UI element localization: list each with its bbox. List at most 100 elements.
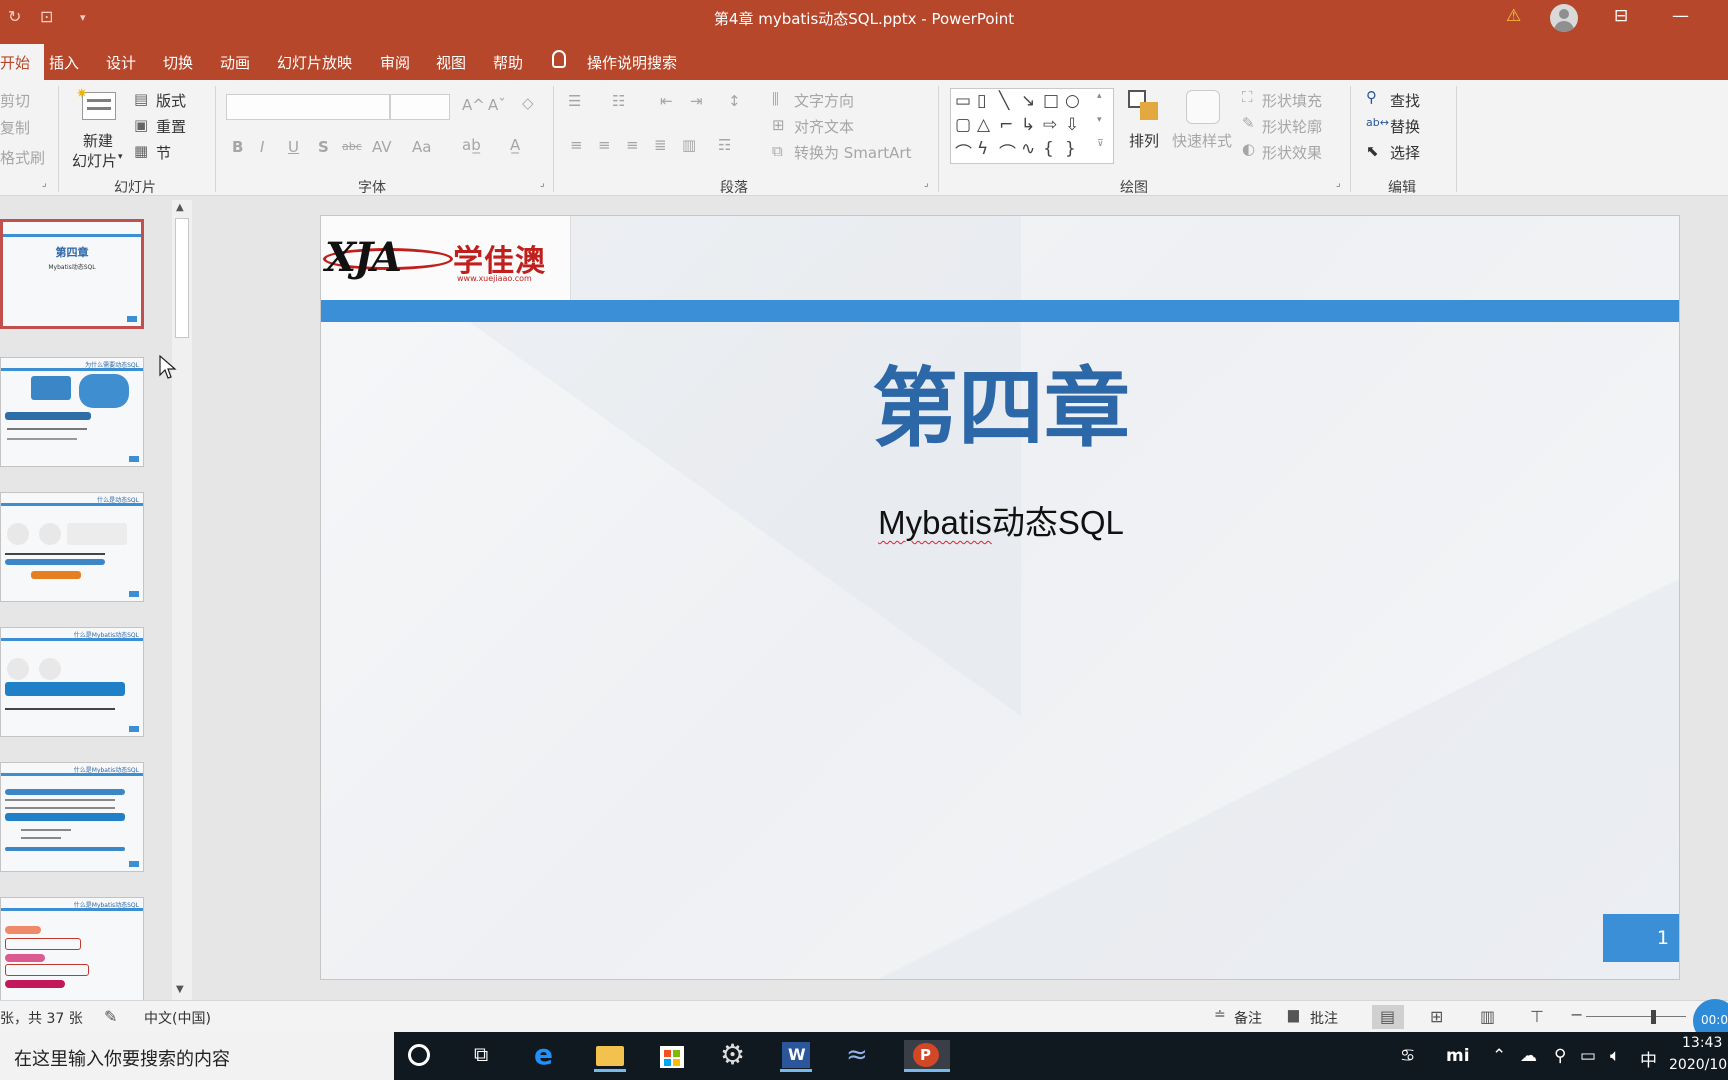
spelling-check-icon[interactable]: ✎ — [104, 1007, 117, 1026]
copy-button[interactable]: 复制 — [0, 117, 30, 138]
grow-font-icon[interactable]: A^ — [462, 96, 485, 114]
tab-home[interactable]: 开始 — [0, 44, 45, 80]
zoom-slider[interactable] — [1586, 1016, 1686, 1017]
strikethrough-button[interactable]: abc — [342, 140, 362, 153]
cortana-icon[interactable] — [408, 1044, 430, 1066]
align-center-icon[interactable]: ≡ — [598, 136, 611, 154]
ime-indicator[interactable]: 中 — [1640, 1046, 1657, 1071]
bold-button[interactable]: B — [232, 138, 243, 156]
section-button[interactable]: 节 — [156, 142, 171, 163]
pen-icon[interactable]: ✎ — [1242, 114, 1255, 132]
edge-browser-icon[interactable]: e — [532, 1038, 564, 1072]
find-button[interactable]: 查找 — [1390, 90, 1420, 111]
shape-effects-button[interactable]: 形状效果 — [1262, 142, 1322, 163]
slide-thumbnail-3[interactable]: 什么是动态SQL — [0, 492, 144, 602]
cut-button[interactable]: 剪切 — [0, 90, 30, 111]
shape-fill-button[interactable]: 形状填充 — [1262, 90, 1322, 111]
slide-thumbnail-5[interactable]: 什么是Mybatis动态SQL — [0, 762, 144, 872]
font-name-combo[interactable] — [226, 94, 390, 120]
mysql-dolphin-icon[interactable]: ≈ — [842, 1040, 874, 1072]
text-direction-icon[interactable]: ⫼ — [772, 90, 779, 108]
arrange-button[interactable]: 排列 — [1129, 130, 1159, 151]
reset-button[interactable]: 重置 — [156, 116, 186, 137]
replace-icon[interactable]: ab↔ — [1366, 116, 1389, 129]
drawing-launcher-icon[interactable]: ⌟ — [1336, 178, 1341, 189]
format-painter-button[interactable]: 格式刷 — [0, 147, 45, 168]
curve-shape-icon[interactable]: ∿ — [1021, 139, 1035, 159]
triangle-shape-icon[interactable]: △ — [977, 115, 990, 135]
zoom-out-icon[interactable]: − — [1570, 1005, 1583, 1024]
freeform-shape-icon[interactable]: ⌒ — [955, 139, 972, 164]
file-explorer-icon[interactable] — [594, 1040, 626, 1072]
convert-smartart-button[interactable]: 转换为 SmartArt — [794, 142, 911, 163]
clock-time[interactable]: 13:43 — [1682, 1035, 1722, 1051]
justify-icon[interactable]: ≣ — [654, 136, 667, 154]
notes-icon[interactable]: ≐ — [1214, 1007, 1226, 1023]
slide-sorter-view-button[interactable]: ⊞ — [1422, 1005, 1454, 1029]
font-launcher-icon[interactable]: ⌟ — [540, 178, 545, 189]
tab-view[interactable]: 视图 — [436, 52, 466, 73]
smartart-icon[interactable]: ⧉ — [772, 142, 783, 160]
elbow-connector-icon[interactable]: ⌐ — [999, 115, 1013, 135]
increase-indent-icon[interactable]: ⇥ — [690, 92, 703, 110]
slide-thumbnail-1[interactable]: 第四章 Mybatis动态SQL — [0, 219, 144, 329]
chevron-down-icon[interactable]: ▾ — [118, 152, 123, 162]
clear-formatting-icon[interactable]: ◇ — [522, 94, 534, 112]
microphone-icon[interactable]: ⚲ — [1554, 1046, 1566, 1066]
character-spacing-button[interactable]: AV — [372, 138, 392, 156]
task-view-icon[interactable]: ⧉ — [470, 1040, 502, 1072]
right-arrow-shape-icon[interactable]: ⇨ — [1043, 115, 1057, 135]
italic-button[interactable]: I — [260, 138, 264, 156]
paragraph-launcher-icon[interactable]: ⌟ — [924, 178, 929, 189]
tray-app-icon[interactable]: ♋ — [1400, 1046, 1415, 1066]
slide-thumbnail-2[interactable]: 为什么需要动态SQL — [0, 357, 144, 467]
quick-styles-icon[interactable] — [1186, 90, 1220, 124]
new-slide-label-1[interactable]: 新建 — [83, 130, 113, 151]
tab-transitions[interactable]: 切换 — [163, 52, 193, 73]
tray-chevron-up-icon[interactable]: ⌃ — [1492, 1046, 1506, 1066]
left-brace-shape-icon[interactable]: { — [1043, 139, 1054, 159]
gallery-scroll-up-icon[interactable]: ▴ — [1097, 91, 1102, 101]
scroll-up-icon[interactable]: ▲ — [176, 202, 184, 213]
gallery-more-icon[interactable]: ⊽ — [1097, 139, 1104, 149]
replace-button[interactable]: 替换 — [1390, 116, 1420, 137]
distribute-icon[interactable]: ▥ — [682, 136, 696, 154]
vertical-textbox-shape-icon[interactable]: ▯ — [977, 91, 986, 111]
xiaomi-icon[interactable]: mi — [1446, 1046, 1470, 1066]
minimize-icon[interactable]: — — [1672, 6, 1689, 26]
columns-icon[interactable]: ☶ — [718, 136, 731, 154]
ribbon-display-options-icon[interactable]: ⊟ — [1614, 6, 1628, 26]
reading-view-button[interactable]: ▥ — [1472, 1005, 1504, 1029]
align-text-button[interactable]: 对齐文本 — [794, 116, 854, 137]
rounded-rect-shape-icon[interactable]: ▢ — [955, 115, 971, 135]
slide-thumbnail-pane[interactable]: 第四章 Mybatis动态SQL 为什么需要动态SQL 什么是动态SQL 什么是… — [0, 197, 176, 1000]
tab-insert[interactable]: 插入 — [49, 52, 79, 73]
shadow-button[interactable]: S — [318, 138, 329, 156]
taskbar-search-box[interactable]: 在这里输入你要搜索的内容 — [0, 1032, 394, 1080]
align-text-icon[interactable]: ⊞ — [772, 116, 785, 134]
find-icon[interactable]: ⚲ — [1366, 88, 1377, 106]
quick-styles-button[interactable]: 快速样式 — [1172, 130, 1232, 151]
slide-title[interactable]: 第四章 — [321, 338, 1679, 463]
slideshow-view-button[interactable]: ⊤ — [1522, 1005, 1554, 1029]
scrollbar-thumb[interactable] — [175, 218, 189, 338]
comments-button[interactable]: 批注 — [1310, 1008, 1338, 1028]
font-size-combo[interactable] — [390, 94, 450, 120]
slide-subtitle[interactable]: Mybatis动态SQL — [321, 496, 1679, 544]
shapes-gallery[interactable]: ▭ ▯ ╲ ↘ □ ○ ▢ △ ⌐ ↳ ⇨ ⇩ ⌒ ϟ ⌒ ∿ { } ▴ ▾ … — [950, 88, 1114, 164]
settings-gear-app-icon[interactable]: ⚙ — [718, 1038, 750, 1072]
align-left-icon[interactable]: ≡ — [570, 136, 583, 154]
textbox-shape-icon[interactable]: ▭ — [955, 91, 971, 111]
right-brace-shape-icon[interactable]: } — [1065, 139, 1076, 159]
store-icon[interactable] — [656, 1040, 688, 1072]
comments-icon[interactable]: ▆ — [1288, 1007, 1299, 1023]
numbering-icon[interactable]: ☷ — [612, 92, 625, 110]
gallery-scroll-down-icon[interactable]: ▾ — [1097, 115, 1102, 125]
powerpoint-app-icon[interactable]: P — [904, 1040, 950, 1072]
shape-outline-button[interactable]: 形状轮廓 — [1262, 116, 1322, 137]
slide-canvas[interactable]: XJA 学佳澳 www.xuejiaao.com 第四章 Mybatis动态SQ… — [320, 215, 1680, 980]
slide-thumbnail-6[interactable]: 什么是Mybatis动态SQL — [0, 897, 144, 1000]
text-direction-button[interactable]: 文字方向 — [794, 90, 854, 111]
lightning-shape-icon[interactable]: ϟ — [977, 139, 988, 159]
word-app-icon[interactable]: W — [780, 1040, 812, 1072]
